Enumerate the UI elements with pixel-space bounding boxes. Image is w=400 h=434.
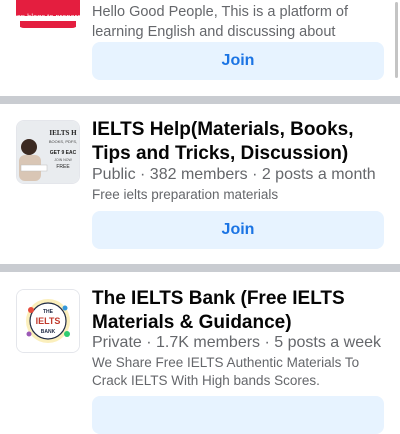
svg-text:FREE: FREE — [56, 164, 70, 170]
join-button[interactable]: Join — [92, 42, 384, 80]
svg-text:JOIN NOW: JOIN NOW — [54, 158, 72, 162]
join-button[interactable] — [92, 396, 384, 434]
group-thumbnail-image: THE IELTS BANK — [17, 290, 79, 352]
group-thumbnail-caption: top blogs to prepare — [16, 12, 80, 21]
section-divider — [0, 96, 400, 104]
svg-text:THE: THE — [43, 309, 54, 315]
group-meta: Private · 1.7K members · 5 posts a week — [92, 334, 381, 351]
group-logo-image: top blogs to prepare — [16, 0, 80, 28]
section-divider — [0, 264, 400, 272]
group-description: Free ielts preparation materials — [92, 187, 279, 202]
group-thumbnail[interactable]: THE IELTS BANK — [16, 289, 80, 353]
group-title[interactable]: IELTS Help(Materials, Books, Tips and Tr… — [92, 118, 388, 166]
join-button[interactable]: Join — [92, 211, 384, 249]
scrollbar[interactable] — [395, 2, 398, 78]
group-thumbnail[interactable]: IELTS H BOOKS, PDFS, GET 9 EAC JOIN NOW … — [16, 120, 80, 184]
svg-text:IELTS H: IELTS H — [49, 129, 77, 137]
svg-text:IELTS: IELTS — [36, 316, 61, 326]
group-card-2[interactable]: IELTS H BOOKS, PDFS, GET 9 EAC JOIN NOW … — [0, 104, 400, 264]
group-thumbnail-image: IELTS H BOOKS, PDFS, GET 9 EAC JOIN NOW … — [17, 121, 79, 183]
group-card-1[interactable]: top blogs to prepare Hello Good People, … — [0, 0, 400, 96]
svg-text:GET 9 EAC: GET 9 EAC — [50, 150, 77, 156]
svg-text:BANK: BANK — [41, 329, 56, 335]
group-thumbnail[interactable]: top blogs to prepare — [16, 0, 80, 28]
group-meta: Public · 382 members · 2 posts a month — [92, 166, 376, 183]
group-description: We Share Free IELTS Authentic Materials … — [92, 355, 360, 388]
group-card-3[interactable]: THE IELTS BANK The IELTS Bank (Free IELT… — [0, 272, 400, 434]
group-title[interactable]: The IELTS Bank (Free IELTS Materials & G… — [92, 287, 388, 335]
svg-text:BOOKS, PDFS,: BOOKS, PDFS, — [49, 139, 77, 144]
